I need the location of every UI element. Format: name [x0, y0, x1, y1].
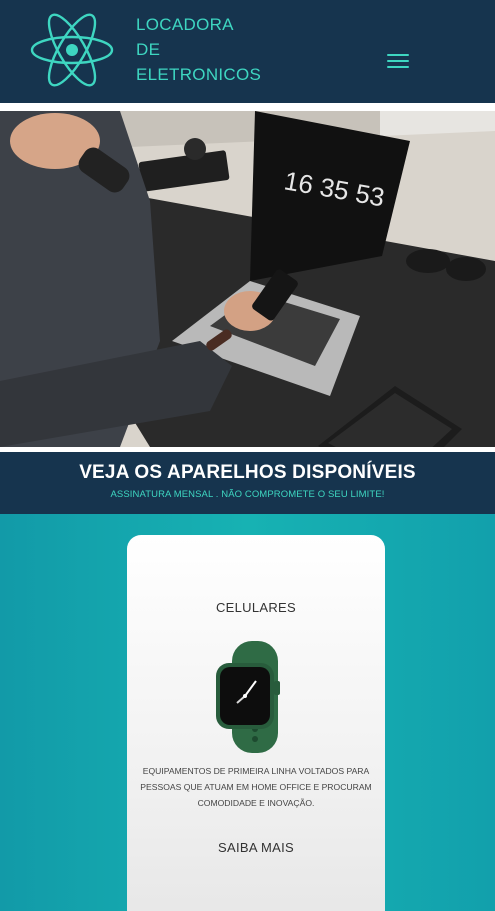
brand-name[interactable]: LOCADORA DE ELETRONICOS: [136, 12, 261, 87]
site-header: LOCADORA DE ELETRONICOS: [0, 0, 495, 103]
brand-line-1: LOCADORA: [136, 15, 234, 34]
smartwatch-icon: [216, 641, 280, 753]
availability-banner: VEJA OS APARELHOS DISPONÍVEIS ASSINATURA…: [0, 452, 495, 514]
hamburger-menu-icon[interactable]: [383, 50, 413, 74]
card-description: EQUIPAMENTOS DE PRIMEIRA LINHA VOLTADOS …: [140, 766, 372, 808]
brand-line-2: DE: [136, 40, 161, 59]
saiba-mais-link[interactable]: SAIBA MAIS: [127, 840, 385, 855]
banner-title: VEJA OS APARELHOS DISPONÍVEIS: [79, 462, 416, 483]
hero-photo: 16 35 53: [0, 111, 495, 447]
product-card-celulares[interactable]: CELULARES EQUIPAMENTOS DE PRIMEIRA LINHA…: [127, 535, 385, 911]
banner-subtitle: ASSINATURA MENSAL . NÃO COMPROMETE O SEU…: [110, 489, 385, 500]
hero-image: 16 35 53: [0, 111, 495, 447]
brand-line-3: ELETRONICOS: [136, 65, 262, 84]
card-title: CELULARES: [215, 600, 296, 615]
atom-icon[interactable]: [28, 8, 116, 92]
products-section: CELULARES EQUIPAMENTOS DE PRIMEIRA LINHA…: [0, 514, 495, 911]
